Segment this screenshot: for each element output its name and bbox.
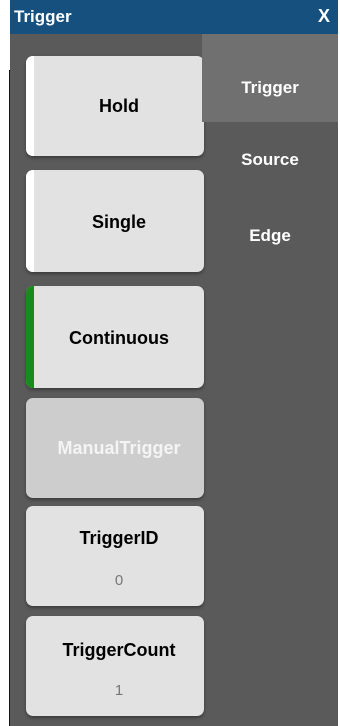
tab-source[interactable]: Source — [202, 150, 338, 170]
close-button[interactable]: X — [318, 6, 330, 27]
tab-edge-label: Edge — [249, 226, 291, 245]
trigger-count-field[interactable]: TriggerCount 1 — [26, 616, 204, 716]
tab-trigger-label: Trigger — [241, 78, 299, 97]
window-title: Trigger — [14, 7, 72, 26]
hold-button[interactable]: Hold — [26, 56, 204, 156]
single-state-indicator — [26, 170, 34, 272]
tab-edge[interactable]: Edge — [202, 226, 338, 246]
trigger-count-label: TriggerCount — [62, 640, 176, 660]
trigger-panel: Trigger X Hold Single Continuous ManualT… — [10, 0, 338, 726]
tab-trigger[interactable]: Trigger — [202, 34, 338, 122]
button-column: Hold Single Continuous ManualTrigger Tri… — [10, 34, 208, 726]
continuous-state-indicator — [26, 286, 34, 388]
trigger-id-field[interactable]: TriggerID 0 — [26, 506, 204, 606]
tab-source-label: Source — [241, 150, 299, 169]
manual-trigger-button[interactable]: ManualTrigger — [26, 398, 204, 498]
continuous-label: Continuous — [69, 328, 169, 348]
trigger-id-label: TriggerID — [79, 528, 159, 548]
single-label: Single — [91, 212, 146, 232]
tab-list: Trigger Source Edge — [202, 34, 338, 726]
manual-trigger-label: ManualTrigger — [57, 438, 181, 458]
single-button[interactable]: Single — [26, 170, 204, 272]
continuous-button[interactable]: Continuous — [26, 286, 204, 388]
title-bar: Trigger X — [10, 0, 338, 34]
hold-label: Hold — [99, 96, 139, 116]
hold-state-indicator — [26, 56, 34, 156]
trigger-id-value: 0 — [114, 572, 124, 589]
trigger-count-value: 1 — [114, 682, 124, 699]
